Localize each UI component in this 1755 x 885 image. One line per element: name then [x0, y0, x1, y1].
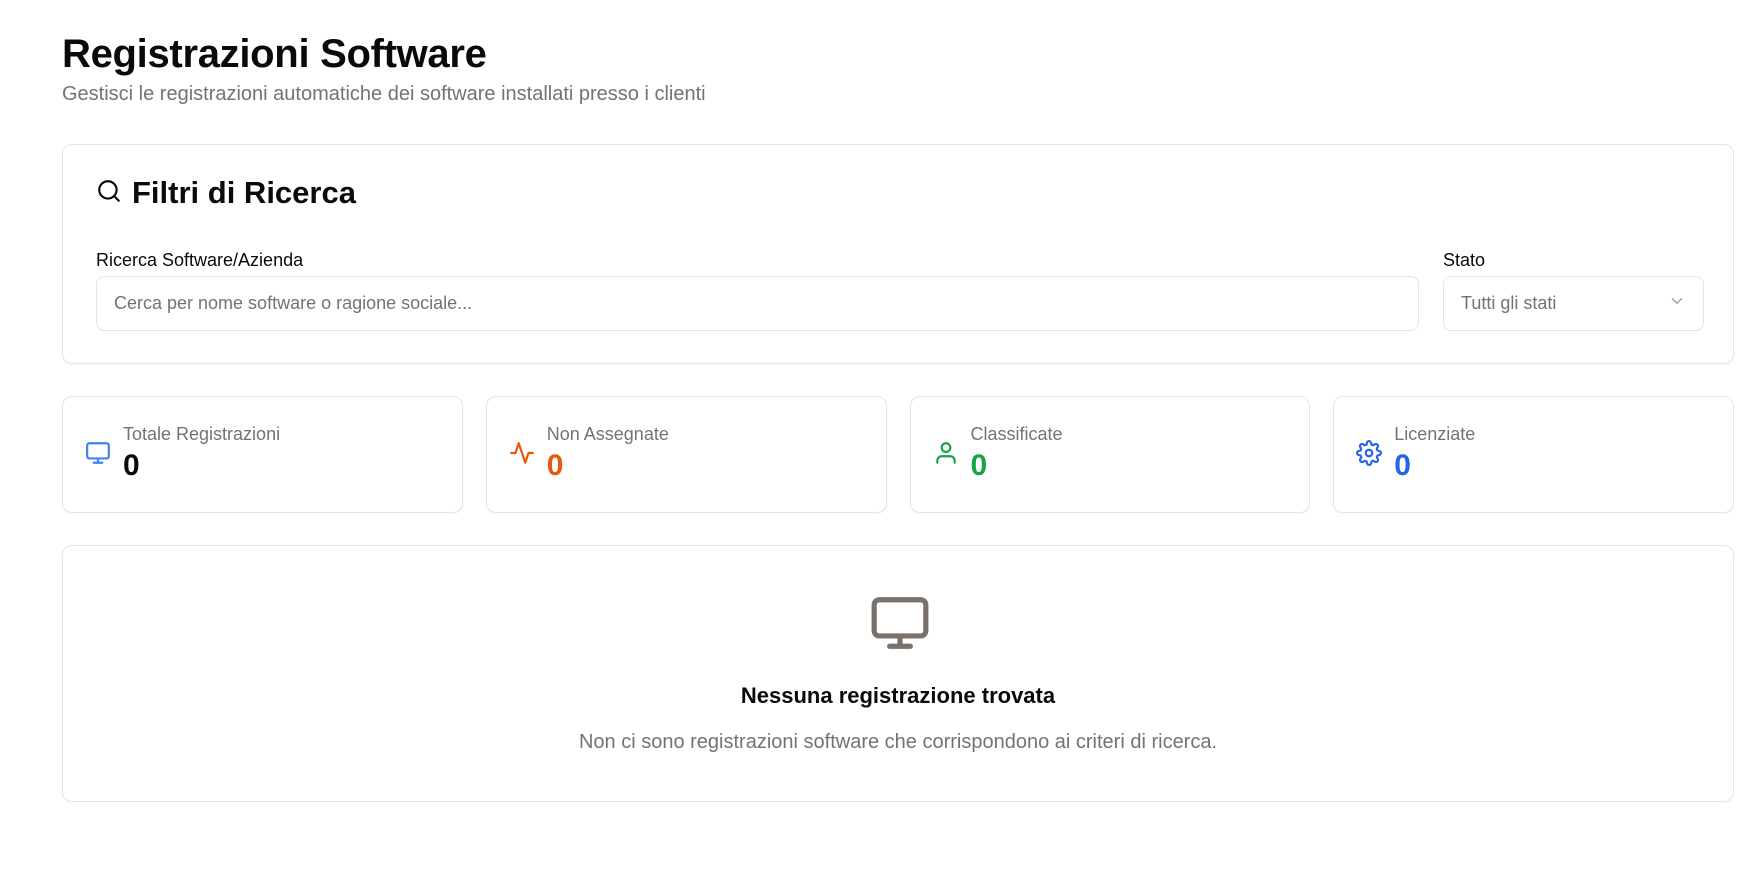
stat-card-non-assegnate: Non Assegnate 0	[485, 396, 887, 513]
filters-header: Filtri di Ricerca	[96, 175, 356, 211]
stat-value: 0	[123, 449, 140, 482]
page-subtitle: Gestisci le registrazioni automatiche de…	[62, 83, 706, 105]
stat-card-classificate: Classificate 0	[909, 396, 1311, 513]
stat-value: 0	[1394, 449, 1411, 482]
stat-card-totale: Totale Registrazioni 0	[62, 396, 463, 513]
activity-icon	[509, 440, 535, 466]
status-select-value: Tutti gli stati	[1461, 293, 1557, 313]
stat-value: 0	[970, 449, 988, 482]
monitor-icon	[869, 592, 931, 654]
search-label: Ricerca Software/Azienda	[96, 250, 304, 270]
filters-card: Filtri di Ricerca Ricerca Software/Azien…	[62, 144, 1734, 364]
filters-title: Filtri di Ricerca	[132, 175, 356, 210]
stat-label: Licenziate	[1394, 424, 1476, 444]
chevron-down-icon	[1668, 292, 1686, 315]
search-icon	[96, 178, 122, 209]
stat-label: Classificate	[970, 424, 1063, 444]
page-title: Registrazioni Software	[62, 32, 487, 76]
settings-icon	[1356, 440, 1383, 466]
stat-card-licenziate: Licenziate 0	[1333, 396, 1734, 513]
search-input[interactable]	[96, 276, 1419, 331]
empty-state-text: Non ci sono registrazioni software che c…	[578, 731, 1218, 753]
empty-state-title: Nessuna registrazione trovata	[740, 683, 1056, 708]
stat-label: Totale Registrazioni	[123, 424, 281, 444]
stat-label: Non Assegnate	[546, 424, 669, 444]
stat-value: 0	[546, 449, 564, 482]
monitor-icon	[85, 440, 111, 466]
empty-state-card: Nessuna registrazione trovata Non ci son…	[62, 545, 1734, 802]
user-icon	[933, 440, 959, 466]
stats-row: Totale Registrazioni 0 Non Assegnate 0 C…	[62, 396, 1734, 513]
status-select[interactable]: Tutti gli stati	[1443, 276, 1704, 331]
status-label: Stato	[1443, 250, 1486, 270]
page: Registrazioni Software Gestisci le regis…	[62, 30, 1734, 802]
